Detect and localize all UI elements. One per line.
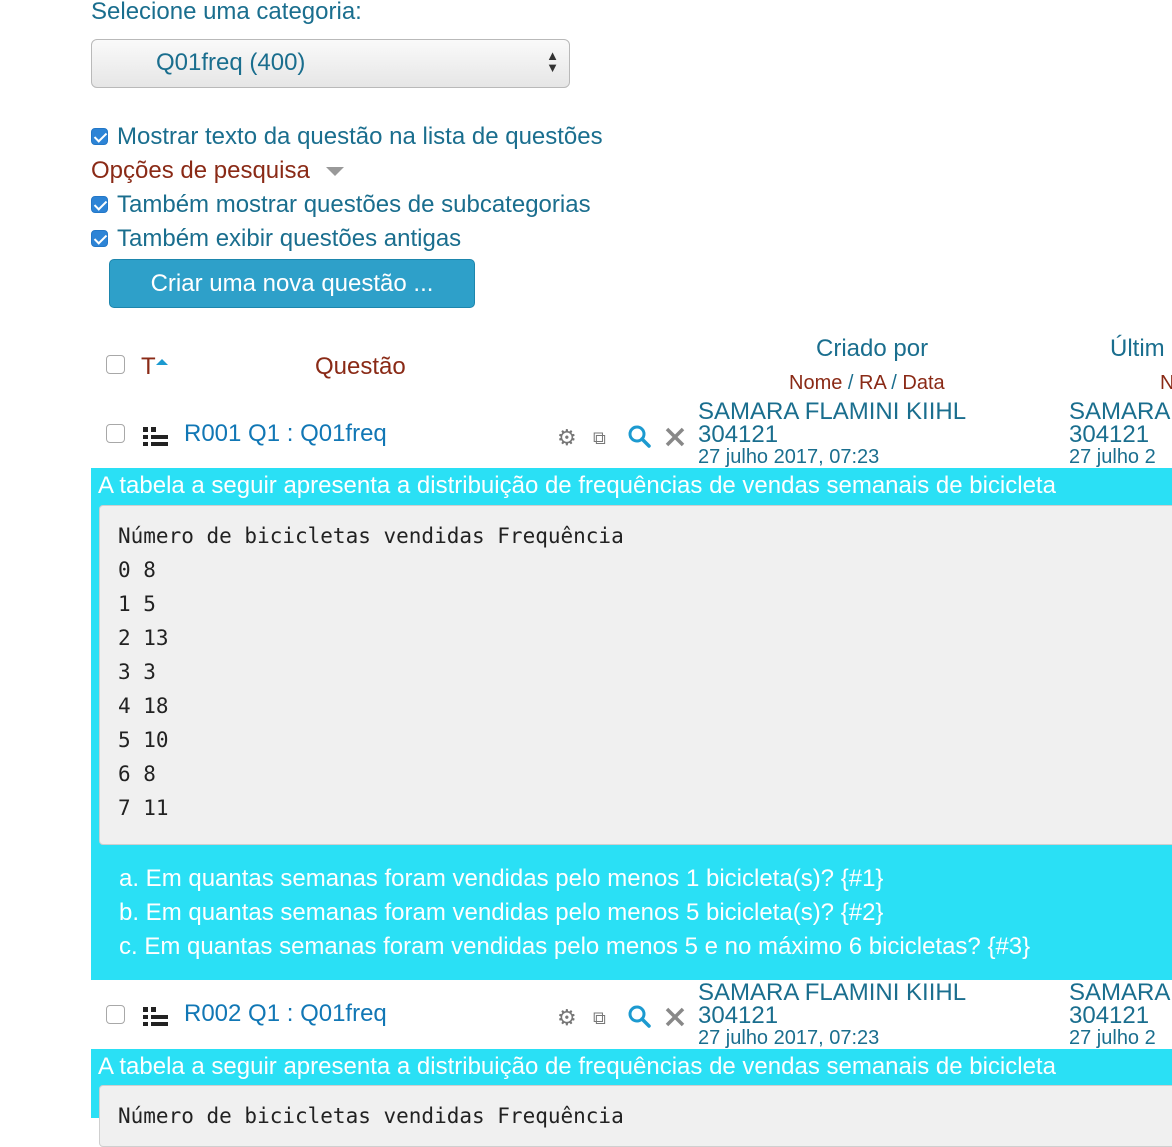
show-subcategories-checkbox[interactable] — [91, 196, 108, 213]
type-header-label[interactable]: T — [141, 353, 156, 380]
table-line: 0 8 — [118, 558, 156, 582]
created-by-header: Criado por — [816, 335, 929, 362]
modifier-ra: 304121 — [1069, 421, 1150, 448]
modifier-date: 27 julho 2 — [1069, 446, 1156, 468]
close-icon[interactable] — [664, 426, 686, 452]
creator-ra: 304121 — [698, 421, 779, 448]
search-options-toggle[interactable]: Opções de pesquisa — [91, 157, 345, 185]
table-line: 2 13 — [118, 626, 169, 650]
question-title-link[interactable]: R001 Q1 : Q01freq — [184, 420, 387, 448]
last-modified-sort-link[interactable]: N — [1160, 372, 1172, 395]
subquestion-b: b. Em quantas semanas foram vendidas pel… — [119, 899, 884, 926]
question-lead-text: A tabela a seguir apresenta a distribuiç… — [98, 472, 1056, 499]
question-row-checkbox[interactable] — [106, 424, 125, 443]
category-label: Selecione uma categoria: — [91, 0, 362, 25]
category-select[interactable]: Q01freq (400) ▲ ▼ — [91, 39, 570, 88]
gear-icon[interactable]: ⚙ — [557, 427, 577, 449]
creator-ra: 304121 — [698, 1002, 779, 1029]
table-line: Número de bicicletas vendidas Frequência — [118, 524, 624, 548]
calculated-question-icon — [143, 427, 169, 447]
table-line: Número de bicicletas vendidas Frequência — [118, 1104, 624, 1128]
table-line: 1 5 — [118, 592, 156, 616]
show-text-checkbox[interactable] — [91, 128, 108, 145]
separator: / — [885, 372, 903, 394]
modifier-ra: 304121 — [1069, 1002, 1150, 1029]
select-all-checkbox[interactable] — [106, 355, 125, 374]
sort-up-icon[interactable] — [155, 359, 168, 365]
caret-down-icon[interactable] — [326, 167, 345, 177]
show-old-label[interactable]: Também exibir questões antigas — [117, 225, 461, 253]
show-old-checkbox[interactable] — [91, 230, 108, 247]
question-text-panel: A tabela a seguir apresenta a distribuiç… — [91, 1049, 1172, 1147]
frequency-table-block: Número de bicicletas vendidas Frequência — [99, 1085, 1172, 1147]
question-row-checkbox[interactable] — [106, 1005, 125, 1024]
subquestion-a: a. Em quantas semanas foram vendidas pel… — [119, 865, 884, 892]
creator-name: SAMARA FLAMINI KIIHL — [698, 398, 967, 425]
search-icon[interactable] — [627, 1004, 651, 1032]
question-header[interactable]: Questão — [315, 353, 406, 381]
sort-by-ra-link[interactable]: RA — [859, 372, 886, 394]
sort-by-type-header[interactable]: T — [141, 353, 168, 381]
table-line: 7 11 — [118, 796, 169, 820]
separator: / — [842, 372, 860, 394]
frequency-table-block: Número de bicicletas vendidas Frequência… — [99, 505, 1172, 845]
modifier-date: 27 julho 2 — [1069, 1027, 1156, 1049]
modifier-name: SAMARA — [1069, 979, 1171, 1006]
subquestion-c: c. Em quantas semanas foram vendidas pel… — [119, 933, 1031, 960]
sort-by-name-link[interactable]: Nome — [789, 372, 842, 394]
question-title-link[interactable]: R002 Q1 : Q01freq — [184, 1000, 387, 1028]
close-icon[interactable] — [664, 1006, 686, 1032]
table-line: 6 8 — [118, 762, 156, 786]
show-subcategories-label[interactable]: Também mostrar questões de subcategorias — [117, 191, 591, 219]
search-options-label[interactable]: Opções de pesquisa — [91, 157, 310, 184]
table-line: 5 10 — [118, 728, 169, 752]
question-lead-text: A tabela a seguir apresenta a distribuiç… — [98, 1053, 1056, 1080]
copy-icon[interactable]: ⧉ — [593, 427, 606, 449]
table-line: 4 18 — [118, 694, 169, 718]
show-text-label[interactable]: Mostrar texto da questão na lista de que… — [117, 123, 603, 151]
copy-icon[interactable]: ⧉ — [593, 1007, 606, 1029]
search-icon[interactable] — [627, 424, 651, 452]
modifier-name: SAMARA — [1069, 398, 1171, 425]
sort-by-date-link[interactable]: Data — [902, 372, 944, 394]
question-text-panel: A tabela a seguir apresenta a distribuiç… — [91, 468, 1172, 980]
calculated-question-icon — [143, 1007, 169, 1027]
create-question-button[interactable]: Criar uma nova questão ... — [109, 259, 475, 308]
creator-date: 27 julho 2017, 07:23 — [698, 446, 880, 468]
last-modified-header: Últim — [1110, 335, 1165, 362]
gear-icon[interactable]: ⚙ — [557, 1007, 577, 1029]
created-sort-links: Nome / RA / Data — [789, 372, 945, 395]
creator-date: 27 julho 2017, 07:23 — [698, 1027, 880, 1049]
creator-name: SAMARA FLAMINI KIIHL — [698, 979, 967, 1006]
select-arrows-icon: ▲ ▼ — [546, 48, 559, 75]
category-selected-value: Q01freq (400) — [156, 49, 306, 76]
table-line: 3 3 — [118, 660, 156, 684]
